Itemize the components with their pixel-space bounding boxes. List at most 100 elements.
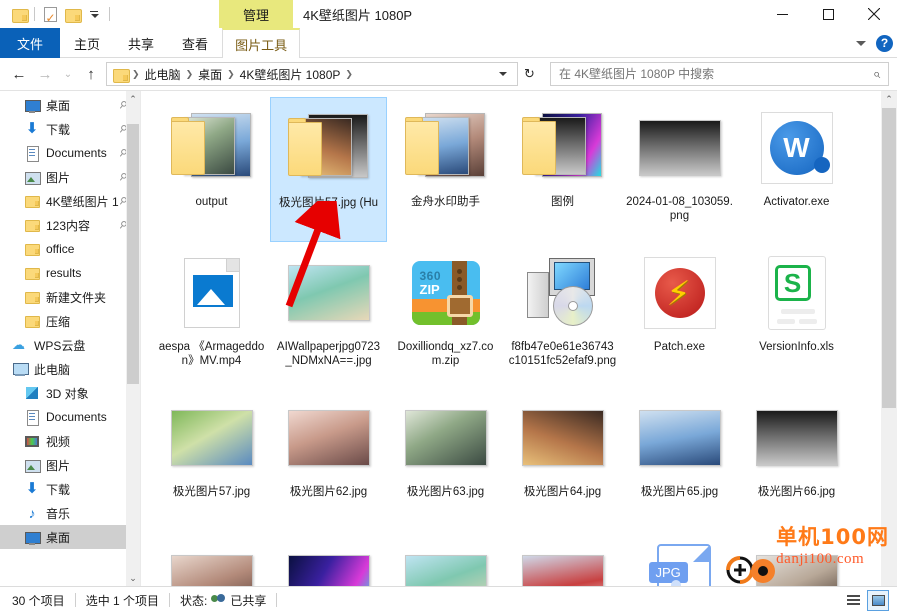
address-dropdown-icon[interactable] — [499, 72, 507, 76]
breadcrumb-sep-1[interactable]: ❯ — [184, 69, 196, 80]
breadcrumb-item-2[interactable]: 4K壁纸图片 1080P — [237, 66, 344, 83]
tab-file[interactable]: 文件 — [0, 28, 61, 58]
sidebar-item-17[interactable]: ♪ 音乐 — [0, 501, 140, 525]
nav-scrollbar[interactable]: ⌃ ⌄ — [126, 91, 140, 586]
file-item[interactable] — [387, 532, 504, 586]
file-item[interactable]: 极光图片64.jpg — [504, 387, 621, 532]
file-scroll-thumb[interactable] — [882, 108, 896, 408]
close-icon[interactable] — [851, 0, 897, 28]
file-item[interactable] — [504, 532, 621, 586]
file-item[interactable]: JPG — [621, 532, 738, 586]
minimize-icon[interactable] — [759, 0, 805, 28]
file-icon-wrap — [387, 101, 504, 195]
refresh-button[interactable]: ↻ — [518, 61, 544, 87]
file-icon-wrap — [504, 391, 621, 485]
sidebar-item-3[interactable]: 图片 ⚲ — [0, 165, 140, 189]
file-item[interactable]: 2024-01-08_103059.png — [621, 97, 738, 242]
tab-picture-tools[interactable]: 图片工具 — [222, 28, 301, 58]
sidebar-item-label: 123内容 — [46, 218, 91, 233]
sidebar-item-label: 压缩 — [46, 314, 71, 329]
search-input[interactable] — [559, 67, 873, 81]
file-item[interactable]: aespa 《Armageddon》MV.mp4 — [153, 242, 270, 387]
sidebar-item-8[interactable]: 新建文件夹 — [0, 285, 140, 309]
file-thumbnail — [287, 410, 370, 466]
videos-icon — [24, 433, 40, 449]
sidebar-item-5[interactable]: 123内容 ⚲ — [0, 213, 140, 237]
nav-scroll-thumb[interactable] — [127, 124, 139, 384]
file-item[interactable]: 金舟水印助手 — [387, 97, 504, 242]
file-item[interactable]: S VersionInfo.xls — [738, 242, 855, 387]
sidebar-item-12[interactable]: 3D 对象 — [0, 381, 140, 405]
tab-home[interactable]: 主页 — [60, 28, 114, 58]
sidebar-item-6[interactable]: office — [0, 237, 140, 261]
search-box[interactable]: ⌕ — [550, 62, 889, 86]
file-item[interactable]: 360 ZIP Doxilliondq_xz7.com.zip — [387, 242, 504, 387]
file-item[interactable]: 极光图片62.jpg — [270, 387, 387, 532]
file-thumbnail — [521, 555, 604, 586]
large-icons-view-icon[interactable] — [867, 589, 889, 611]
help-icon[interactable]: ? — [876, 34, 893, 52]
nav-scroll-up-icon[interactable]: ⌃ — [126, 91, 140, 107]
sidebar-item-13[interactable]: Documents — [0, 405, 140, 429]
chevron-down-icon[interactable] — [856, 40, 866, 46]
breadcrumb-item-0[interactable]: 此电脑 — [142, 66, 184, 83]
sidebar-item-9[interactable]: 压缩 — [0, 309, 140, 333]
sidebar-item-15[interactable]: 图片 — [0, 453, 140, 477]
sidebar-item-11[interactable]: 此电脑 — [0, 357, 140, 381]
forward-button[interactable]: → — [32, 61, 58, 87]
file-item[interactable]: AIWallpaperjpg0723_NDMxNA==.jpg — [270, 242, 387, 387]
file-item[interactable]: output — [153, 97, 270, 242]
sidebar-item-16[interactable]: ⬇ 下载 — [0, 477, 140, 501]
sidebar-item-10[interactable]: ☁ WPS云盘 — [0, 333, 140, 357]
3d-objects-icon — [24, 385, 40, 401]
breadcrumb[interactable]: ❯ 此电脑 ❯ 桌面 ❯ 4K壁纸图片 1080P ❯ — [106, 62, 518, 86]
file-item[interactable]: 图例 — [504, 97, 621, 242]
up-button[interactable]: ↑ — [78, 61, 104, 87]
breadcrumb-sep-2[interactable]: ❯ — [225, 69, 237, 80]
file-list-pane[interactable]: output 极光图片57.jpg (Hue) 金舟水印助手 图例 2024-01-08… — [140, 91, 897, 586]
file-item[interactable]: 极光图片66.jpg — [738, 387, 855, 532]
file-item[interactable]: 极光图片65.jpg — [621, 387, 738, 532]
sidebar-item-label: 图片 — [46, 170, 71, 185]
file-name-label: Doxilliondq_xz7.com.zip — [397, 341, 494, 367]
sidebar-item-18[interactable]: 桌面 — [0, 525, 140, 549]
file-item[interactable]: W Activator.exe — [738, 97, 855, 242]
sidebar-item-2[interactable]: Documents ⚲ — [0, 141, 140, 165]
file-item[interactable]: ⚡ Patch.exe — [621, 242, 738, 387]
sidebar-item-4[interactable]: 4K壁纸图片 1 ⚲ — [0, 189, 140, 213]
breadcrumb-sep-0: ❯ — [132, 68, 140, 79]
file-item[interactable]: 极光图片57.jpg — [153, 387, 270, 532]
qat-properties-icon[interactable]: ✓ — [39, 3, 61, 25]
file-name-label: 图例 — [551, 196, 574, 208]
file-icon-wrap — [387, 536, 504, 586]
sidebar-item-0[interactable]: 桌面 ⚲ — [0, 93, 140, 117]
details-view-icon[interactable] — [842, 590, 864, 611]
folder-icon — [24, 241, 40, 257]
file-item[interactable]: f8fb47e0e61e36743c10151fc52efaf9.png — [504, 242, 621, 387]
breadcrumb-sep-3[interactable]: ❯ — [343, 69, 355, 80]
navigation-list: 桌面 ⚲ ⬇ 下载 ⚲ Documents ⚲ 图片 ⚲ 4K壁纸图片 1 ⚲ 123内容 ⚲ offic… — [0, 93, 140, 549]
status-selected-count: 选中 1 个项目 — [85, 593, 160, 608]
recent-locations-button[interactable]: ⌄ — [58, 61, 78, 87]
qat-new-folder-icon[interactable] — [61, 3, 83, 25]
file-item[interactable]: 极光图片63.jpg — [387, 387, 504, 532]
tab-view[interactable]: 查看 — [168, 28, 222, 58]
nav-scroll-down-icon[interactable]: ⌄ — [126, 570, 140, 586]
contextual-tab-manage[interactable]: 管理 — [219, 0, 293, 28]
file-item[interactable] — [153, 532, 270, 586]
back-button[interactable]: ← — [6, 61, 32, 87]
sidebar-item-14[interactable]: 视频 — [0, 429, 140, 453]
file-list-scrollbar[interactable]: ⌃ — [881, 91, 897, 586]
tab-share[interactable]: 共享 — [114, 28, 168, 58]
qat-customize-dropdown-icon[interactable] — [83, 3, 105, 25]
sidebar-item-7[interactable]: results — [0, 261, 140, 285]
breadcrumb-item-1[interactable]: 桌面 — [195, 66, 225, 83]
file-item[interactable] — [270, 532, 387, 586]
sidebar-item-1[interactable]: ⬇ 下载 ⚲ — [0, 117, 140, 141]
file-item[interactable]: 极光图片57.jpg (Hue) — [270, 97, 387, 242]
qat-folder-icon[interactable] — [8, 3, 30, 25]
file-scroll-up-icon[interactable]: ⌃ — [881, 91, 897, 108]
file-icon-wrap — [738, 391, 855, 485]
maximize-icon[interactable] — [805, 0, 851, 28]
window-title: 4K壁纸图片 1080P — [303, 7, 413, 23]
